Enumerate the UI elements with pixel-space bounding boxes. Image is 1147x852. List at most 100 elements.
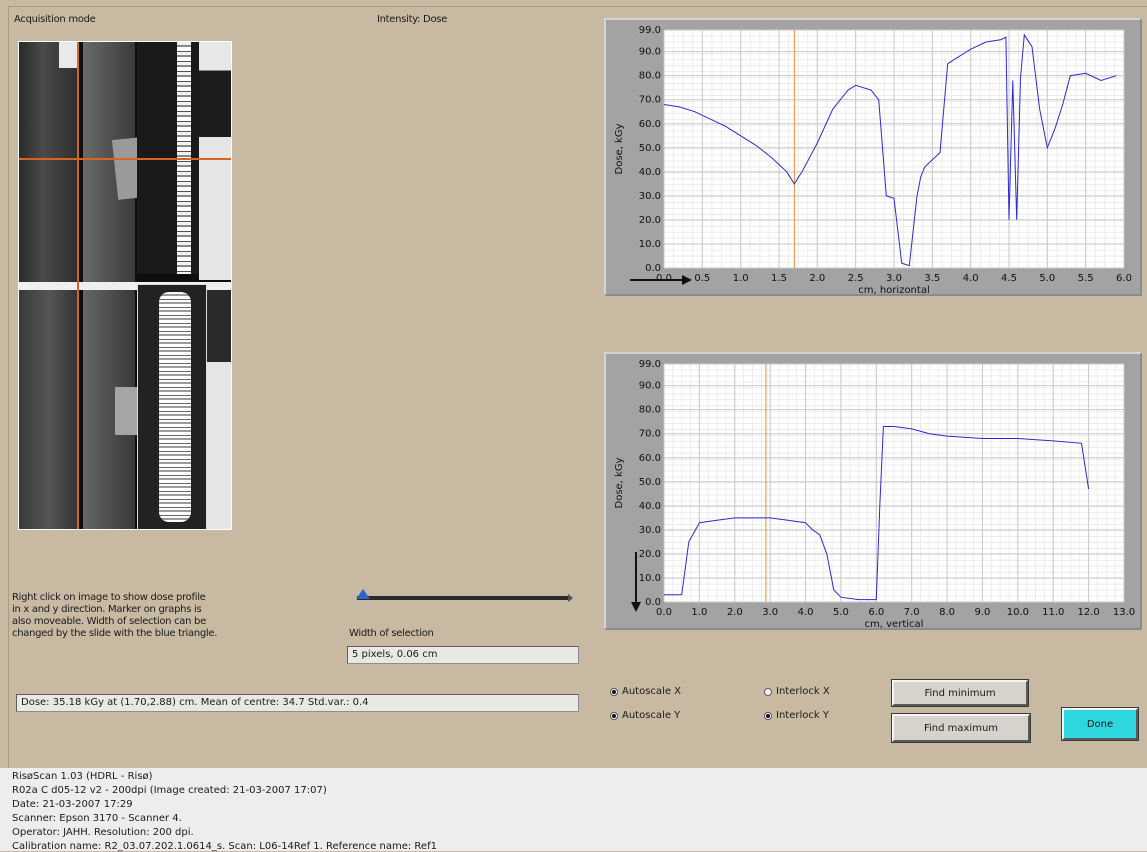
y-tick-label: 90.0 [639, 47, 661, 58]
y-tick-label: 30.0 [639, 191, 661, 202]
film-strip [19, 290, 79, 529]
x-tick-label: 3.0 [886, 273, 902, 284]
x-tick-label: 10.0 [1007, 607, 1029, 618]
help-line: changed by the slide with the blue trian… [12, 628, 218, 639]
status-line: Operator: JAHH. Resolution: 200 dpi. [12, 827, 194, 838]
y-tick-label: 0.0 [645, 597, 661, 608]
find-minimum-button[interactable]: Find minimum [891, 679, 1029, 707]
film-edge [159, 292, 191, 522]
x-axis-label: cm, vertical [865, 619, 924, 628]
x-tick-label: 1.0 [733, 273, 749, 284]
interlock-y-dot[interactable] [764, 711, 772, 720]
help-line: Right click on image to show dose profil… [12, 592, 206, 603]
x-tick-label: 2.0 [809, 273, 825, 284]
x-tick-label: 9.0 [975, 607, 991, 618]
y-axis-label: Dose, kGy [614, 123, 625, 174]
help-line: also moveable. Width of selection can be [12, 616, 206, 627]
x-tick-label: 0.0 [656, 273, 672, 284]
x-tick-label: 2.5 [848, 273, 864, 284]
done-button[interactable]: Done [1061, 707, 1139, 741]
x-tick-label: 4.0 [798, 607, 814, 618]
selection-width-field[interactable]: 5 pixels, 0.06 cm [347, 646, 579, 664]
x-tick-label: 11.0 [1042, 607, 1064, 618]
selection-width-slider-track[interactable] [357, 596, 570, 600]
x-tick-label: 3.5 [924, 273, 940, 284]
autoscale-y-dot[interactable] [610, 711, 618, 720]
x-tick-label: 6.0 [1116, 273, 1132, 284]
x-tick-label: 8.0 [939, 607, 955, 618]
y-tick-label: 60.0 [639, 119, 661, 130]
y-tick-label: 0.0 [645, 263, 661, 274]
film-edge [59, 42, 77, 68]
y-tick-label: 20.0 [639, 549, 661, 560]
y-tick-label: 80.0 [639, 71, 661, 82]
scan-image[interactable] [18, 41, 232, 530]
x-tick-label: 4.5 [1001, 273, 1017, 284]
autoscale-x-label: Autoscale X [622, 686, 682, 697]
y-tick-label: 70.0 [639, 95, 661, 106]
y-tick-label: 90.0 [639, 381, 661, 392]
y-tick-label: 30.0 [639, 525, 661, 536]
autoscale-x-option[interactable]: Autoscale X [610, 686, 681, 697]
y-tick-label: 10.0 [639, 239, 661, 250]
x-tick-label: 3.0 [762, 607, 778, 618]
y-axis-label: Dose, kGy [614, 457, 625, 508]
x-tick-label: 5.0 [1039, 273, 1055, 284]
y-tick-label: 70.0 [639, 429, 661, 440]
help-line: in x and y direction. Marker on graphs i… [12, 604, 202, 615]
film-strip [199, 42, 231, 280]
autoscale-y-option[interactable]: Autoscale Y [610, 710, 680, 721]
x-tick-label: 0.0 [656, 607, 672, 618]
y-tick-label: 40.0 [639, 167, 661, 178]
intensity-label: Intensity: Dose [377, 14, 448, 25]
autoscale-y-label: Autoscale Y [622, 710, 681, 721]
x-tick-label: 13.0 [1113, 607, 1135, 618]
find-maximum-button[interactable]: Find maximum [891, 713, 1031, 743]
x-tick-label: 5.0 [833, 607, 849, 618]
acquisition-mode-label: Acquisition mode [14, 14, 96, 25]
y-tick-label: 99.0 [639, 25, 661, 36]
x-tick-label: 2.0 [727, 607, 743, 618]
x-tick-label: 0.5 [694, 273, 710, 284]
x-tick-label: 4.0 [963, 273, 979, 284]
direction-arrowhead-icon [631, 602, 641, 612]
x-tick-label: 1.0 [691, 607, 707, 618]
y-tick-label: 20.0 [639, 215, 661, 226]
y-tick-label: 80.0 [639, 405, 661, 416]
x-tick-label: 7.0 [904, 607, 920, 618]
y-tick-label: 50.0 [639, 143, 661, 154]
y-tick-label: 50.0 [639, 477, 661, 488]
y-tick-label: 99.0 [639, 359, 661, 370]
help-text: Right click on image to show dose profil… [12, 592, 217, 640]
selection-width-slider-thumb[interactable] [356, 589, 371, 599]
interlock-x-label: Interlock X [776, 686, 830, 697]
status-line: R02a C d05-12 v2 - 200dpi (Image created… [12, 785, 327, 796]
horizontal-profile-chart[interactable]: 0.0 0.5 1.0 1.5 2.0 2.5 3.0 3.5 4.0 4.5 5.0 5.5 6.0 0… [604, 18, 1142, 296]
interlock-x-dot[interactable] [764, 687, 772, 696]
interlock-x-option[interactable]: Interlock X [764, 686, 830, 697]
vertical-marker[interactable] [77, 42, 79, 529]
selection-width-label: Width of selection [349, 628, 434, 639]
x-axis-label: cm, horizontal [858, 285, 929, 294]
interlock-y-label: Interlock Y [776, 710, 829, 721]
direction-arrowhead-icon [682, 275, 692, 285]
y-tick-label: 40.0 [639, 501, 661, 512]
horizontal-marker[interactable] [19, 158, 231, 160]
horizontal-profile-plot[interactable]: 0.0 0.5 1.0 1.5 2.0 2.5 3.0 3.5 4.0 4.5 5.0 5.5 6.0 0… [606, 20, 1140, 296]
interlock-y-option[interactable]: Interlock Y [764, 710, 829, 721]
x-tick-label: 6.0 [868, 607, 884, 618]
autoscale-x-dot[interactable] [610, 687, 618, 696]
dose-readout: Dose: 35.18 kGy at (1.70,2.88) cm. Mean … [16, 694, 579, 712]
status-line: RisøScan 1.03 (HDRL - Risø) [12, 771, 153, 782]
x-tick-label: 12.0 [1077, 607, 1099, 618]
x-tick-label: 5.5 [1078, 273, 1094, 284]
slider-end-arrow-icon [568, 594, 573, 602]
x-tick-label: 1.5 [771, 273, 787, 284]
status-line: Date: 21-03-2007 17:29 [12, 799, 133, 810]
vertical-profile-chart[interactable]: 0.0 1.0 2.0 3.0 4.0 5.0 6.0 7.0 8.0 9.0 10.0 11.0 12… [604, 352, 1142, 630]
status-panel: RisøScan 1.03 (HDRL - Risø) R02a C d05-1… [0, 768, 1147, 852]
film-strip [207, 290, 231, 529]
status-line: Calibration name: R2_03.07.202.1.0614_s.… [12, 841, 437, 852]
vertical-profile-plot[interactable]: 0.0 1.0 2.0 3.0 4.0 5.0 6.0 7.0 8.0 9.0 10.0 11.0 12… [606, 354, 1140, 630]
y-tick-label: 60.0 [639, 453, 661, 464]
